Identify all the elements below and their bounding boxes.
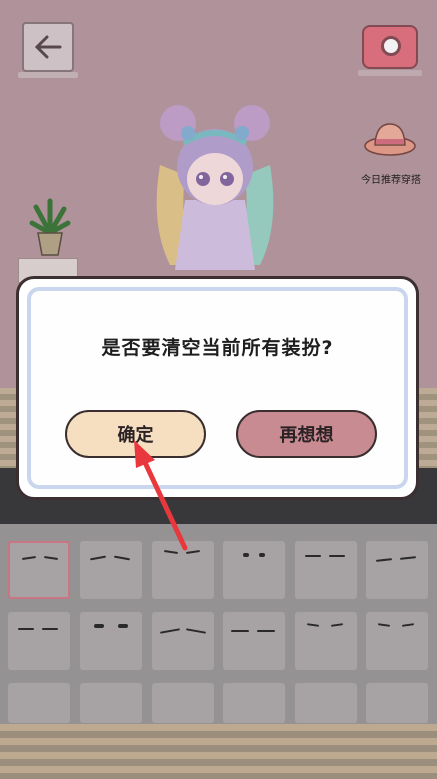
dialog-frame [27,287,408,489]
eyebrow-option[interactable] [152,541,214,599]
eyebrow-option[interactable] [295,612,357,670]
eyebrow-option[interactable] [366,683,428,723]
eyebrow-option[interactable] [366,612,428,670]
eyebrow-option[interactable] [80,541,142,599]
eyebrow-option[interactable] [8,612,70,670]
eyebrow-option[interactable] [8,541,70,599]
dialog-message: 是否要清空当前所有装扮? [101,337,334,359]
cancel-button[interactable]: 再想想 [236,410,377,458]
eyebrow-option[interactable] [152,612,214,670]
eyebrow-option[interactable] [295,541,357,599]
eyebrow-option[interactable] [223,612,285,670]
eyebrow-option[interactable] [223,683,285,723]
eyebrow-option[interactable] [80,683,142,723]
eyebrow-option[interactable] [295,683,357,723]
eyebrow-option[interactable] [8,683,70,723]
eyebrow-option[interactable] [80,612,142,670]
eyebrow-option[interactable] [223,541,285,599]
confirm-button[interactable]: 确定 [65,410,206,458]
eyebrow-option[interactable] [152,683,214,723]
clear-outfit-dialog: 是否要清空当前所有装扮? 确定 再想想 [16,276,419,500]
eyebrow-option[interactable] [366,541,428,599]
